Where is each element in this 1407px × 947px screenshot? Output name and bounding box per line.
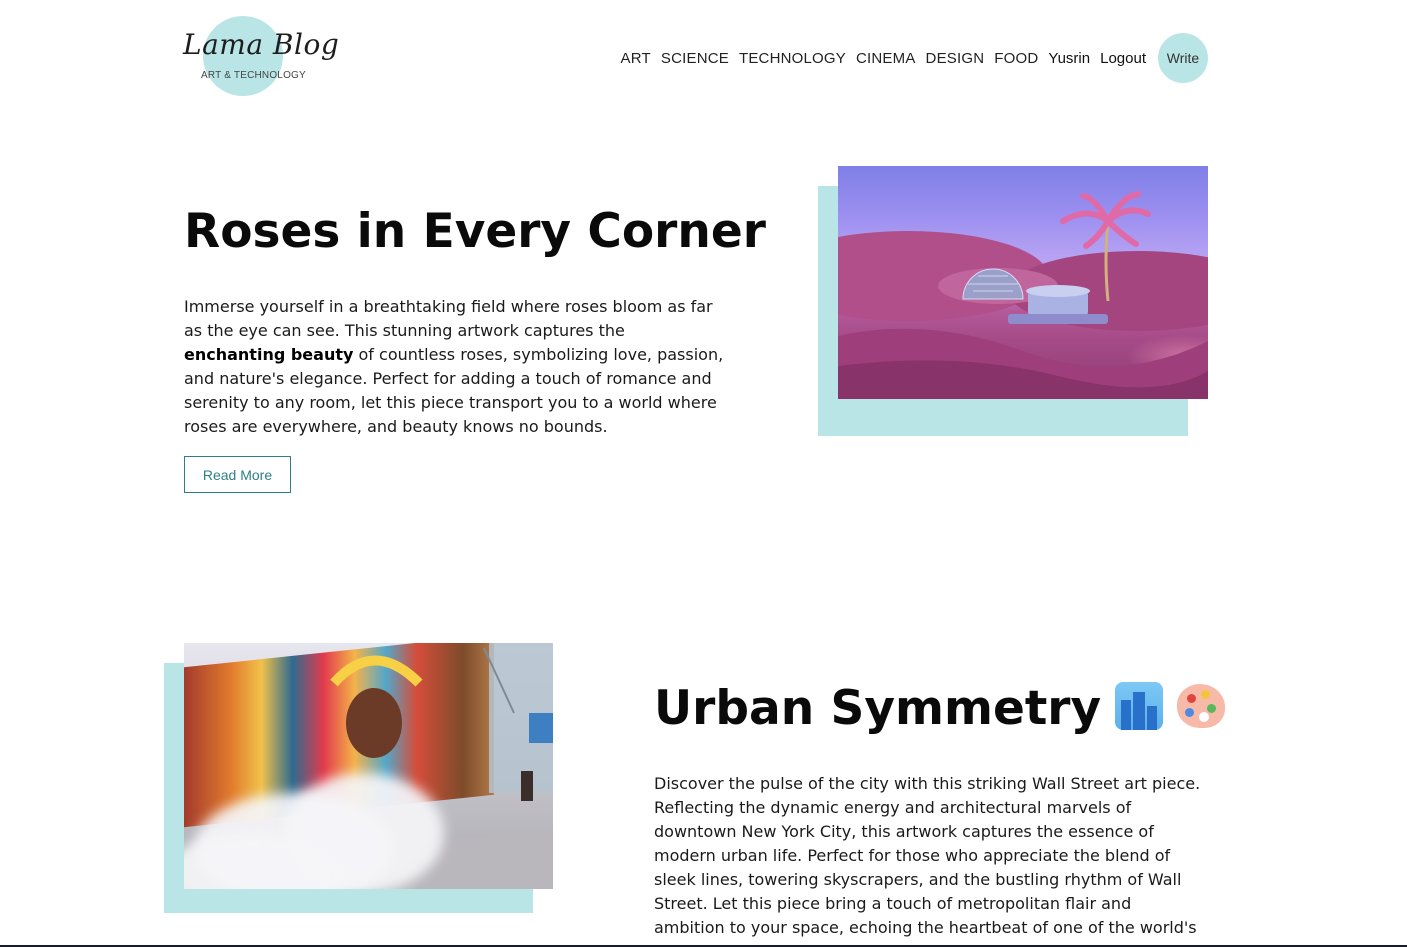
post-image[interactable] <box>184 643 553 889</box>
post-title-text: Urban Symmetry <box>654 681 1102 736</box>
nav-link-cinema[interactable]: CINEMA <box>856 50 916 67</box>
nav-link-food[interactable]: FOOD <box>994 50 1038 67</box>
palette-icon <box>1177 683 1226 728</box>
nav-link-art[interactable]: ART <box>621 50 651 67</box>
logo-subtitle: ART & TECHNOLOGY <box>201 70 306 81</box>
nav-link-design[interactable]: DESIGN <box>926 50 985 67</box>
post-description: Immerse yourself in a breathtaking field… <box>184 295 729 439</box>
logo[interactable]: Lama Blog ART & TECHNOLOGY <box>183 16 339 96</box>
read-more-button[interactable]: Read More <box>184 456 291 493</box>
nav-link-science[interactable]: SCIENCE <box>661 50 729 67</box>
post-title[interactable]: Roses in Every Corner <box>184 204 766 259</box>
landscape-illustration <box>838 191 1208 399</box>
write-button[interactable]: Write <box>1158 33 1208 83</box>
post-description: Discover the pulse of the city with this… <box>654 774 1201 947</box>
blog-page: Lama Blog ART & TECHNOLOGY ART SCIENCE T… <box>0 0 1407 947</box>
cityscape-icon <box>1115 681 1164 730</box>
nav-username[interactable]: Yusrin <box>1048 50 1090 67</box>
post-title[interactable]: Urban Symmetry <box>654 681 1226 736</box>
post-image[interactable] <box>838 166 1208 399</box>
logout-link[interactable]: Logout <box>1100 50 1146 67</box>
nav-link-technology[interactable]: TECHNOLOGY <box>739 50 846 67</box>
post-text-bold: enchanting beauty <box>184 345 354 364</box>
logo-title: Lama Blog <box>183 28 340 61</box>
main-nav: ART SCIENCE TECHNOLOGY CINEMA DESIGN FOO… <box>621 33 1208 83</box>
post-text-part: Immerse yourself in a breathtaking field… <box>184 297 713 340</box>
